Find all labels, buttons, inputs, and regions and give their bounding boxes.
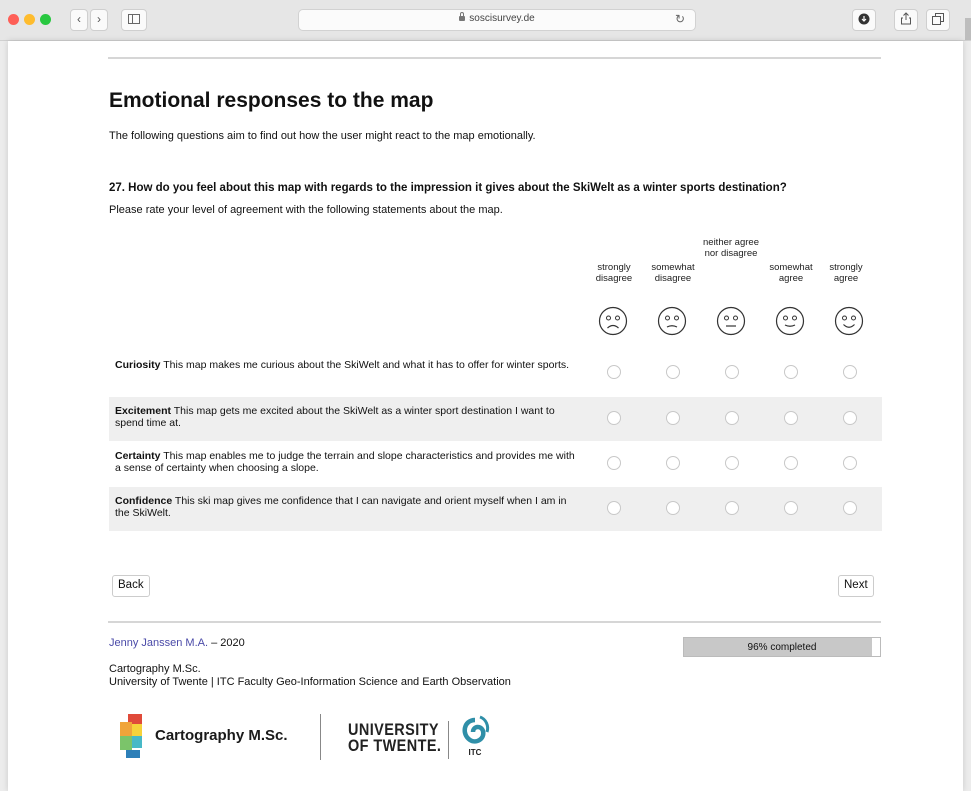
university-of-twente-logo: UNIVERSITY OF TWENTE. [348,720,442,755]
forward-arrow-icon[interactable]: › [90,9,108,31]
minimize-window-button[interactable] [24,14,35,25]
scale-label-somewhat-disagree: somewhat disagree [651,262,695,284]
statement-text: This map enables me to judge the terrain… [115,450,575,474]
org-program: Cartography M.Sc. [109,663,201,675]
radio-neutral[interactable] [725,501,739,515]
radio-somewhat-agree[interactable] [784,411,798,425]
lock-icon [459,12,466,21]
author-line: Jenny Janssen M.A. – 2020 [109,637,245,649]
radio-somewhat-agree[interactable] [784,501,798,515]
share-icon[interactable] [894,9,918,31]
cartography-logo-text: Cartography M.Sc. [155,727,288,744]
top-divider [108,57,881,59]
radio-strongly-disagree[interactable] [607,501,621,515]
statement-row-curiosity: Curiosity This map makes me curious abou… [109,351,882,395]
radio-neutral[interactable] [725,456,739,470]
address-bar[interactable]: soscisurvey.de ↻ [298,9,696,31]
radio-somewhat-disagree[interactable] [666,501,680,515]
sidebar-icon[interactable] [121,9,147,31]
browser-toolbar: ‹ › soscisurvey.de ↻ [0,0,971,41]
statement-term: Certainty [115,450,161,462]
statement-row-certainty: Certainty This map enables me to judge t… [109,442,882,486]
close-window-button[interactable] [8,14,19,25]
sad-face-icon [657,306,687,336]
survey-page: Emotional responses to the map The follo… [8,41,963,791]
radio-somewhat-agree[interactable] [784,365,798,379]
question-instruction: Please rate your level of agreement with… [109,204,503,216]
statement-term: Excitement [115,405,172,417]
cartography-logo-icon [120,714,142,758]
itc-logo-icon: ITC [462,715,490,757]
happy-face-icon [834,306,864,336]
radio-somewhat-agree[interactable] [784,456,798,470]
radio-neutral[interactable] [725,411,739,425]
scale-label-strongly-disagree: strongly disagree [595,262,633,284]
page-title: Emotional responses to the map [109,89,434,112]
smile-face-icon [775,306,805,336]
logo-separator [320,714,321,760]
radio-somewhat-disagree[interactable] [666,456,680,470]
footer-divider [108,621,881,623]
progress-text: 96% completed [747,642,817,653]
statement-term: Confidence [115,495,173,507]
radio-somewhat-disagree[interactable] [666,411,680,425]
new-tab-handle[interactable] [965,18,971,40]
logo-separator-2 [448,721,449,759]
neutral-face-icon [716,306,746,336]
radio-strongly-agree[interactable] [843,365,857,379]
back-button[interactable]: Back [112,575,150,597]
org-faculty: University of Twente | ITC Faculty Geo-I… [109,676,511,688]
reload-icon[interactable]: ↻ [675,12,685,26]
radio-strongly-agree[interactable] [843,456,857,470]
question-title: 27. How do you feel about this map with … [109,182,787,194]
next-button[interactable]: Next [838,575,874,597]
zoom-window-button[interactable] [40,14,51,25]
statement-text: This ski map gives me confidence that I … [115,495,567,519]
statement-text: This map gets me excited about the SkiWe… [115,405,555,429]
back-arrow-icon[interactable]: ‹ [70,9,88,31]
radio-somewhat-disagree[interactable] [666,365,680,379]
scale-label-neutral: neither agree nor disagree [703,237,759,259]
scale-label-somewhat-agree: somewhat agree [769,262,813,284]
radio-strongly-disagree[interactable] [607,456,621,470]
url-text: soscisurvey.de [469,13,535,24]
author-link[interactable]: Jenny Janssen M.A. [109,637,208,649]
radio-strongly-agree[interactable] [843,411,857,425]
tabs-overview-icon[interactable] [926,9,950,31]
scale-label-strongly-agree: strongly agree [829,262,863,284]
author-year: – 2020 [211,637,245,649]
statement-term: Curiosity [115,359,161,371]
download-icon[interactable] [852,9,876,31]
svg-text:ITC: ITC [469,748,482,757]
radio-neutral[interactable] [725,365,739,379]
progress-bar: 96% completed [683,637,881,657]
statement-row-confidence: Confidence This ski map gives me confide… [109,487,882,531]
radio-strongly-agree[interactable] [843,501,857,515]
radio-strongly-disagree[interactable] [607,365,621,379]
organization-info: Cartography M.Sc. University of Twente |… [109,663,511,689]
statement-text: This map makes me curious about the SkiW… [163,359,570,371]
radio-strongly-disagree[interactable] [607,411,621,425]
statement-row-excitement: Excitement This map gets me excited abou… [109,397,882,441]
intro-text: The following questions aim to find out … [109,130,536,142]
very-sad-face-icon [598,306,628,336]
